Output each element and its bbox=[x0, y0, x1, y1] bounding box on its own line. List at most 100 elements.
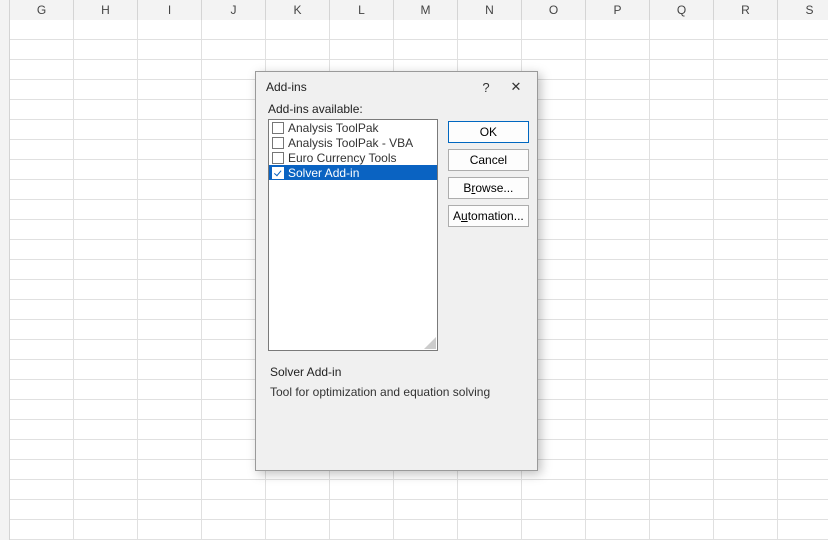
cell[interactable] bbox=[10, 360, 74, 380]
cell[interactable] bbox=[138, 500, 202, 520]
cell[interactable] bbox=[714, 440, 778, 460]
column-header[interactable]: J bbox=[202, 0, 266, 20]
cell[interactable] bbox=[458, 480, 522, 500]
cell[interactable] bbox=[74, 40, 138, 60]
checkbox[interactable] bbox=[272, 137, 284, 149]
checkbox[interactable] bbox=[272, 152, 284, 164]
help-button[interactable]: ? bbox=[471, 75, 501, 99]
close-button[interactable]: ✕ bbox=[501, 75, 531, 99]
cell[interactable] bbox=[586, 380, 650, 400]
cell[interactable] bbox=[330, 20, 394, 40]
cell[interactable] bbox=[650, 120, 714, 140]
cell[interactable] bbox=[74, 520, 138, 540]
cell[interactable] bbox=[650, 40, 714, 60]
cell[interactable] bbox=[458, 500, 522, 520]
cell[interactable] bbox=[330, 40, 394, 60]
cell[interactable] bbox=[778, 480, 828, 500]
column-header[interactable]: G bbox=[10, 0, 74, 20]
cell[interactable] bbox=[586, 120, 650, 140]
cell[interactable] bbox=[74, 480, 138, 500]
cell[interactable] bbox=[74, 420, 138, 440]
cell[interactable] bbox=[586, 200, 650, 220]
cell[interactable] bbox=[650, 440, 714, 460]
cell[interactable] bbox=[714, 500, 778, 520]
cell[interactable] bbox=[714, 480, 778, 500]
cell[interactable] bbox=[650, 160, 714, 180]
cell[interactable] bbox=[650, 200, 714, 220]
cell[interactable] bbox=[714, 360, 778, 380]
cell[interactable] bbox=[138, 20, 202, 40]
cell[interactable] bbox=[778, 60, 828, 80]
column-header[interactable]: S bbox=[778, 0, 828, 20]
cell[interactable] bbox=[74, 100, 138, 120]
cell[interactable] bbox=[714, 240, 778, 260]
cell[interactable] bbox=[138, 460, 202, 480]
cell[interactable] bbox=[138, 100, 202, 120]
cell[interactable] bbox=[394, 20, 458, 40]
addins-listbox[interactable]: Analysis ToolPakAnalysis ToolPak - VBAEu… bbox=[268, 119, 438, 351]
cell[interactable] bbox=[10, 260, 74, 280]
cell[interactable] bbox=[74, 280, 138, 300]
cell[interactable] bbox=[714, 140, 778, 160]
cell[interactable] bbox=[138, 420, 202, 440]
column-header[interactable]: R bbox=[714, 0, 778, 20]
cell[interactable] bbox=[778, 500, 828, 520]
cell[interactable] bbox=[650, 460, 714, 480]
cell[interactable] bbox=[10, 500, 74, 520]
cell[interactable] bbox=[778, 460, 828, 480]
cell[interactable] bbox=[586, 500, 650, 520]
cell[interactable] bbox=[202, 20, 266, 40]
cell[interactable] bbox=[714, 200, 778, 220]
cell[interactable] bbox=[586, 340, 650, 360]
cell[interactable] bbox=[458, 520, 522, 540]
cell[interactable] bbox=[778, 180, 828, 200]
cell[interactable] bbox=[650, 60, 714, 80]
cancel-button[interactable]: Cancel bbox=[448, 149, 529, 171]
cell[interactable] bbox=[778, 380, 828, 400]
cell[interactable] bbox=[10, 100, 74, 120]
cell[interactable] bbox=[586, 220, 650, 240]
cell[interactable] bbox=[714, 120, 778, 140]
cell[interactable] bbox=[650, 260, 714, 280]
cell[interactable] bbox=[394, 480, 458, 500]
cell[interactable] bbox=[330, 480, 394, 500]
cell[interactable] bbox=[74, 460, 138, 480]
cell[interactable] bbox=[778, 80, 828, 100]
browse-button[interactable]: Browse... bbox=[448, 177, 529, 199]
cell[interactable] bbox=[138, 480, 202, 500]
cell[interactable] bbox=[650, 340, 714, 360]
column-header[interactable]: Q bbox=[650, 0, 714, 20]
cell[interactable] bbox=[138, 120, 202, 140]
cell[interactable] bbox=[394, 500, 458, 520]
cell[interactable] bbox=[778, 320, 828, 340]
cell[interactable] bbox=[586, 360, 650, 380]
cell[interactable] bbox=[714, 460, 778, 480]
cell[interactable] bbox=[586, 40, 650, 60]
cell[interactable] bbox=[586, 60, 650, 80]
cell[interactable] bbox=[138, 400, 202, 420]
cell[interactable] bbox=[74, 160, 138, 180]
cell[interactable] bbox=[138, 360, 202, 380]
cell[interactable] bbox=[10, 200, 74, 220]
cell[interactable] bbox=[266, 520, 330, 540]
cell[interactable] bbox=[778, 220, 828, 240]
addin-item[interactable]: Euro Currency Tools bbox=[269, 150, 437, 165]
cell[interactable] bbox=[138, 520, 202, 540]
cell[interactable] bbox=[10, 220, 74, 240]
cell[interactable] bbox=[650, 380, 714, 400]
cell[interactable] bbox=[266, 480, 330, 500]
cell[interactable] bbox=[10, 320, 74, 340]
cell[interactable] bbox=[10, 120, 74, 140]
cell[interactable] bbox=[778, 340, 828, 360]
cell[interactable] bbox=[586, 520, 650, 540]
cell[interactable] bbox=[586, 460, 650, 480]
cell[interactable] bbox=[522, 480, 586, 500]
cell[interactable] bbox=[522, 20, 586, 40]
cell[interactable] bbox=[778, 400, 828, 420]
cell[interactable] bbox=[778, 40, 828, 60]
cell[interactable] bbox=[778, 360, 828, 380]
resize-grip-icon[interactable] bbox=[424, 337, 436, 349]
cell[interactable] bbox=[202, 40, 266, 60]
cell[interactable] bbox=[586, 480, 650, 500]
cell[interactable] bbox=[10, 140, 74, 160]
